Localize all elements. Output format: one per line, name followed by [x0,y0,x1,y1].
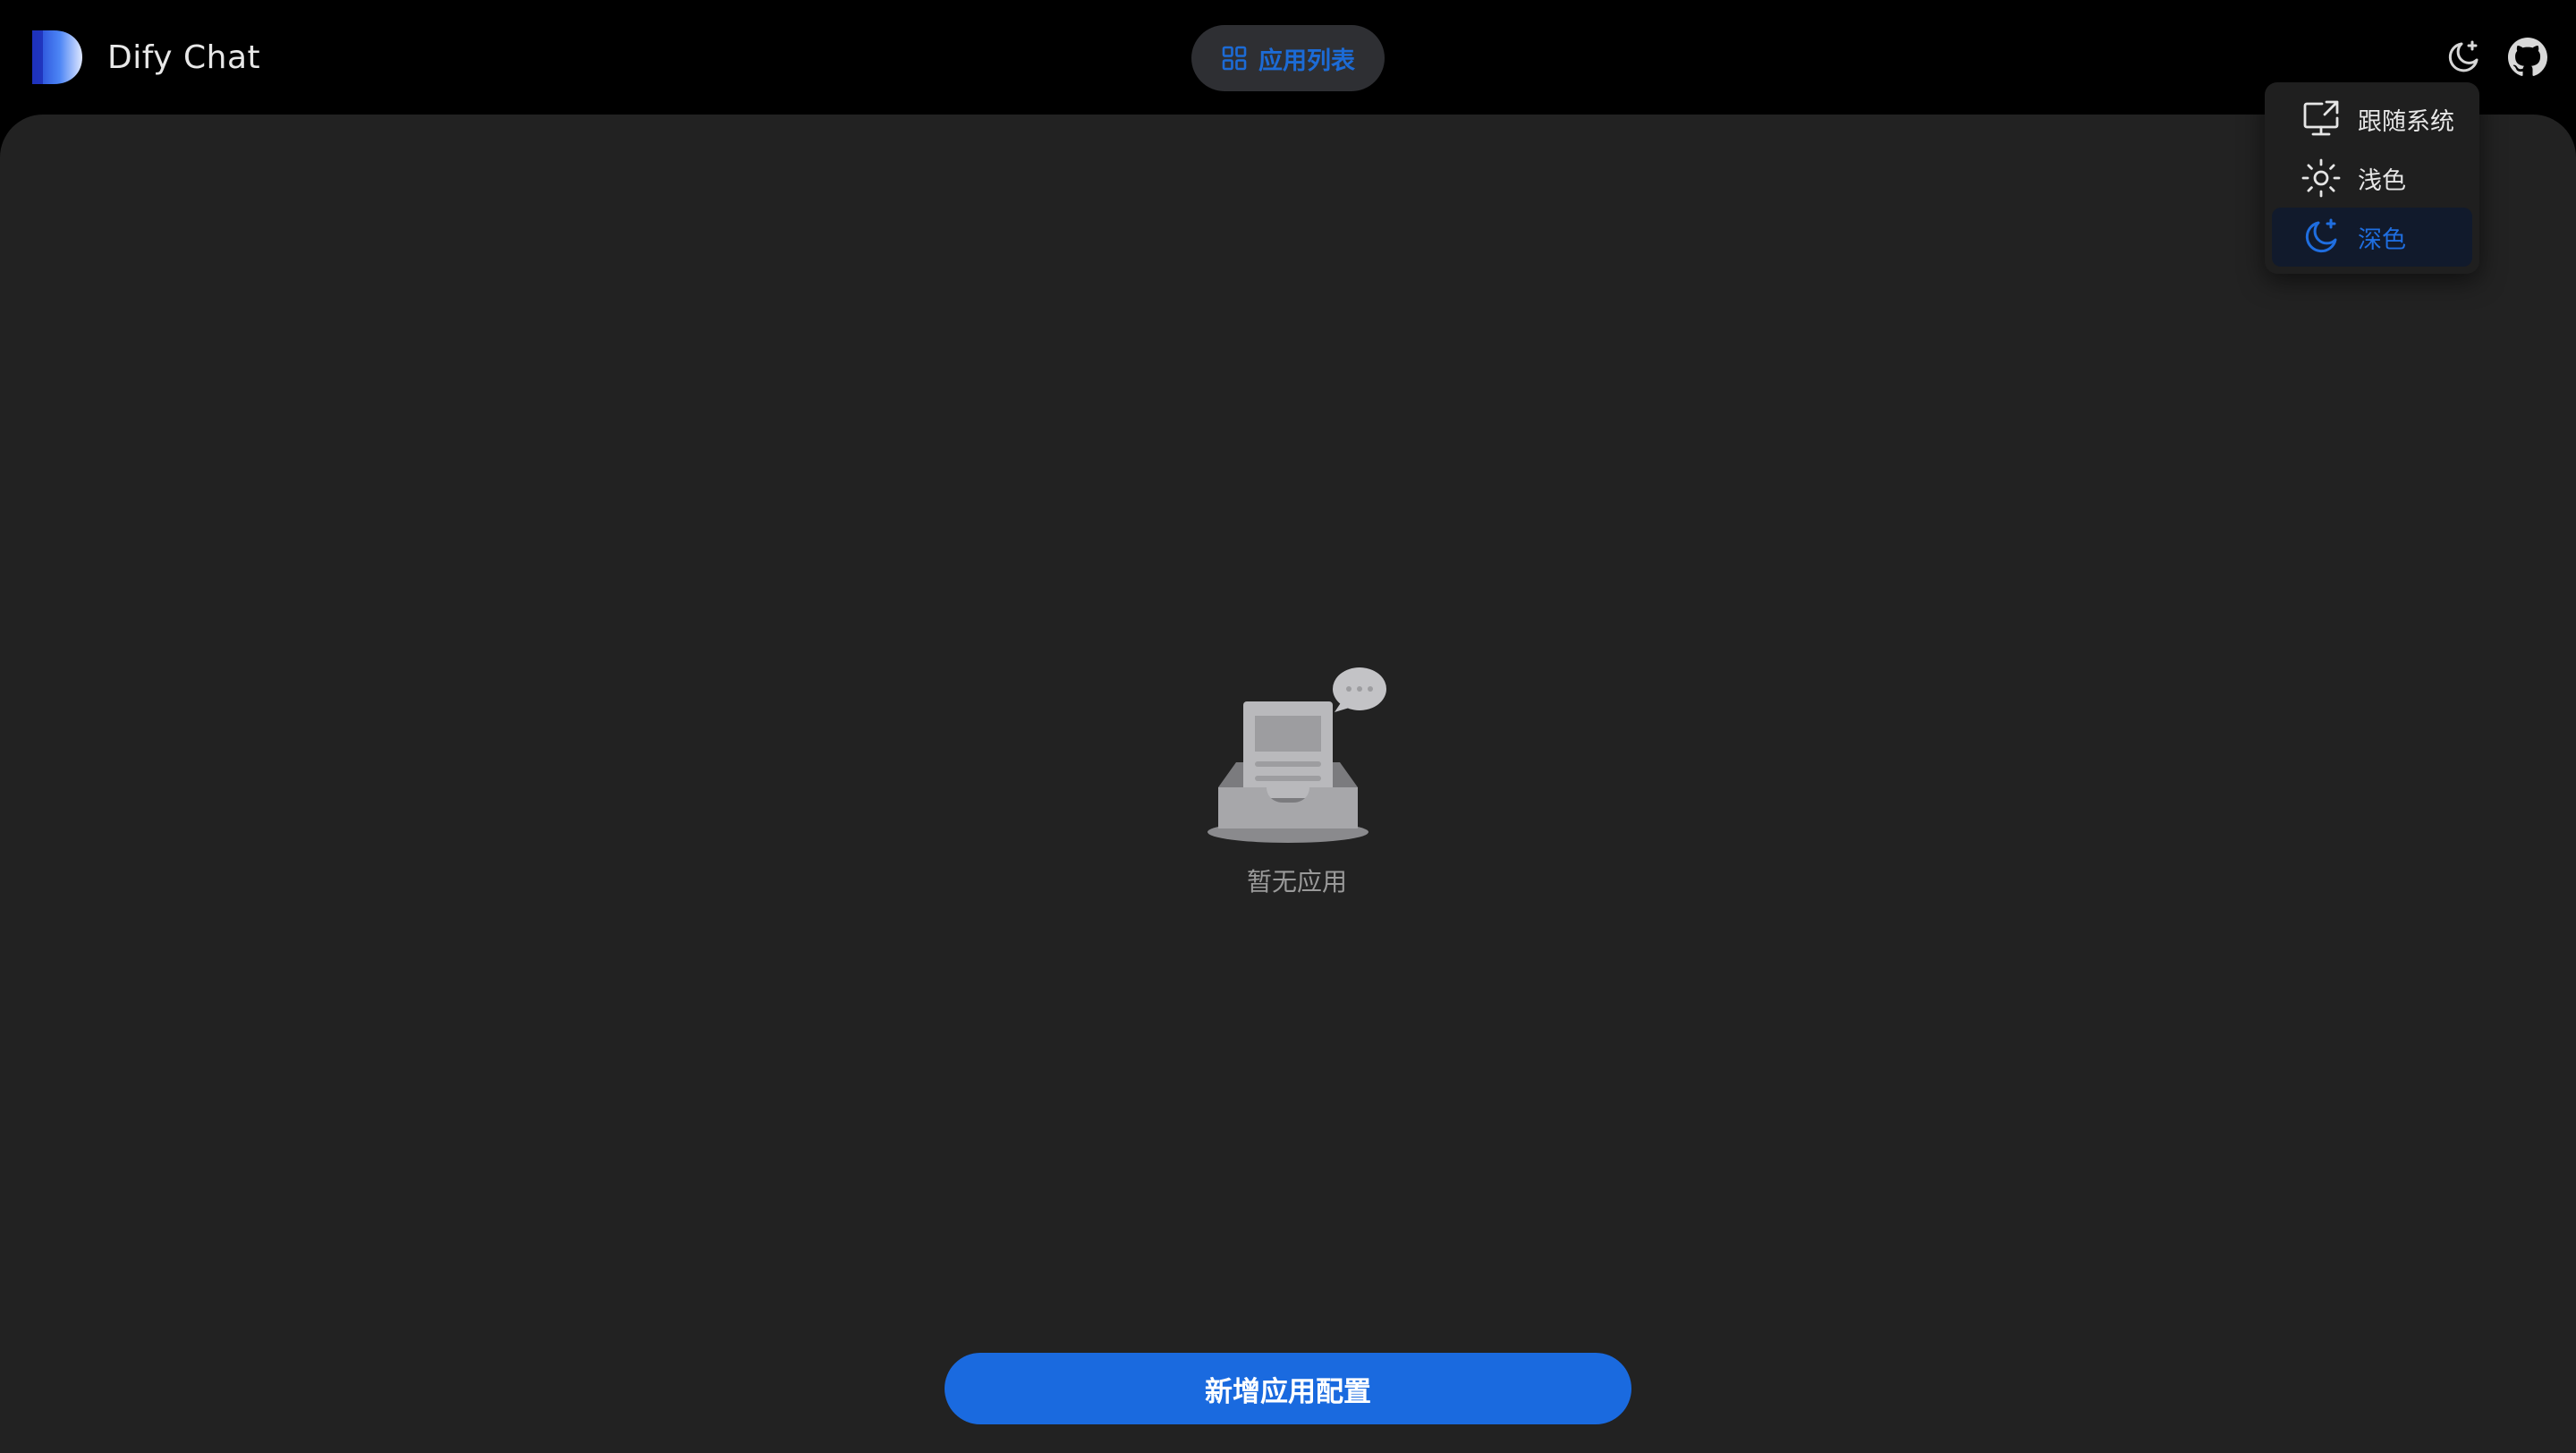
empty-inbox-icon [1208,667,1386,843]
theme-toggle-button[interactable] [2444,38,2483,77]
app-list-button[interactable]: 应用列表 [1191,25,1385,91]
app-title: Dify Chat [107,38,261,76]
add-app-config-button[interactable]: 新增应用配置 [945,1353,1631,1424]
moon-icon [2448,40,2479,72]
dify-logo-icon [32,30,82,84]
menu-item-dark[interactable]: 深色 [2272,208,2472,267]
menu-item-label: 深色 [2358,225,2406,254]
github-link[interactable] [2508,38,2547,77]
menu-item-light[interactable]: 浅色 [2272,149,2472,208]
github-icon [2508,38,2547,76]
sun-icon [2301,158,2341,198]
monitor-icon [2303,100,2339,136]
empty-state: 暂无应用 [1199,662,1395,896]
empty-state-text: 暂无应用 [1246,867,1347,896]
brand[interactable]: Dify Chat [32,30,260,84]
top-bar: Dify Chat 应用列表 [0,0,2576,115]
menu-item-label: 浅色 [2358,166,2406,195]
grid-icon [1222,46,1247,71]
moon-icon [2305,218,2337,253]
menu-item-label: 跟随系统 [2358,107,2454,136]
app-list-label: 应用列表 [1258,47,1355,75]
menu-item-follow-system[interactable]: 跟随系统 [2272,89,2472,149]
theme-dropdown-menu: 跟随系统 浅色 深色 [2265,82,2479,274]
